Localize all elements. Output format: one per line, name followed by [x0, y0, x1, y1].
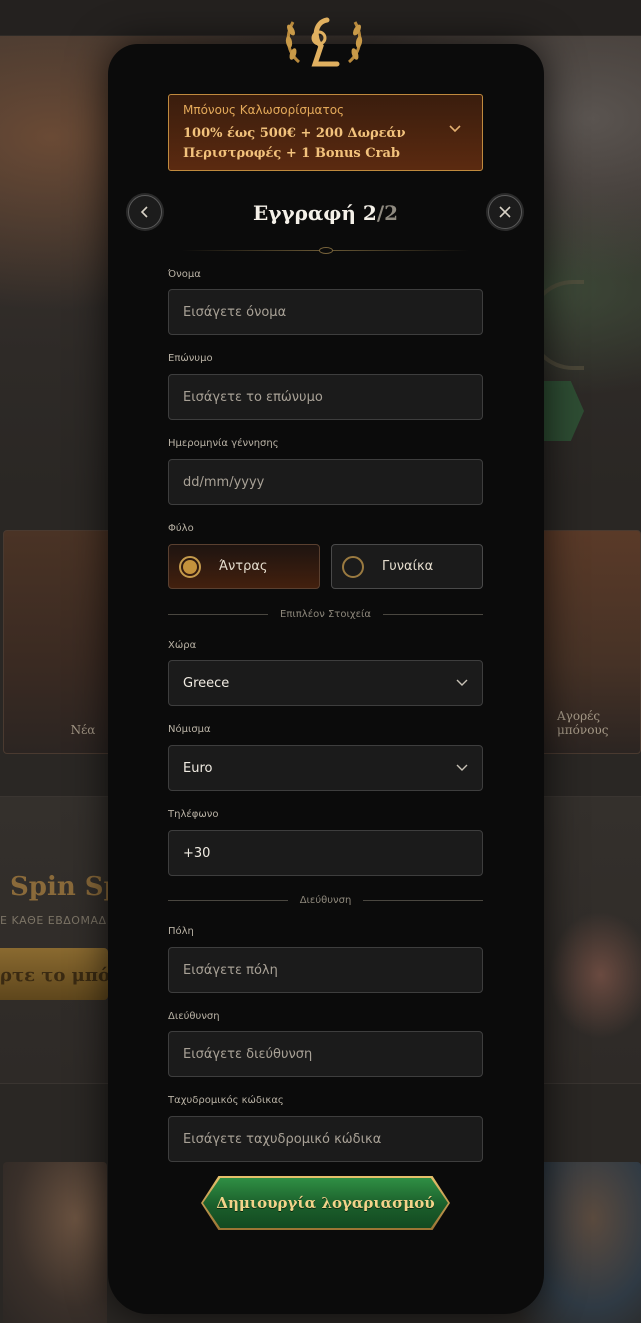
- gender-label: Φύλο: [168, 523, 194, 534]
- gender-option-male-label: Άντρας: [219, 559, 268, 574]
- currency-select-value: Euro: [183, 760, 213, 776]
- address-heading: Διεύθυνση: [299, 894, 352, 906]
- currency-select[interactable]: Euro: [168, 745, 483, 791]
- background-card-bonus-label: Αγορές μπόνους: [557, 709, 609, 737]
- birth-date-input[interactable]: [168, 459, 483, 505]
- gender-option-female-label: Γυναίκα: [382, 559, 434, 574]
- background-dealer-image-left: [3, 1162, 107, 1323]
- chevron-down-icon: [456, 679, 468, 686]
- background-promo-title: Spin Sp: [10, 872, 122, 902]
- postal-code-input[interactable]: [168, 1116, 483, 1162]
- extra-details-heading: Επιπλέον Στοιχεία: [280, 608, 371, 620]
- gender-option-female[interactable]: Γυναίκα: [331, 544, 483, 589]
- address-label: Διεύθυνση: [168, 1011, 220, 1022]
- back-button[interactable]: [128, 195, 162, 229]
- extra-details-divider: Επιπλέον Στοιχεία: [168, 607, 484, 621]
- chevron-down-icon: [456, 764, 468, 771]
- background-promo-button-label: ρτε το μπό: [0, 965, 111, 986]
- radio-unselected-icon: [342, 555, 364, 578]
- step-total: /2: [376, 201, 399, 225]
- gender-option-male[interactable]: Άντρας: [168, 544, 320, 589]
- address-divider: Διεύθυνση: [168, 893, 483, 907]
- page-title: Εγγραφή 2/2: [168, 201, 483, 225]
- first-name-input[interactable]: [168, 289, 483, 335]
- last-name-input[interactable]: [168, 374, 483, 420]
- city-label: Πόλη: [168, 926, 194, 937]
- currency-label: Νόμισμα: [168, 724, 211, 735]
- postal-code-label: Ταχυδρομικός κώδικας: [168, 1095, 284, 1106]
- create-account-button-label: Δημιουργία λογαριασμού: [216, 1194, 435, 1212]
- laurel-logo-icon: [285, 17, 363, 67]
- city-input[interactable]: [168, 947, 483, 993]
- radio-selected-icon: [179, 555, 201, 578]
- background-promo-subtitle: Ε ΚΑΘΕ ΕΒΔΟΜΑΔ: [0, 914, 107, 927]
- close-button[interactable]: [488, 195, 522, 229]
- background-card-bonus: Αγορές μπόνους: [540, 530, 641, 754]
- create-account-button[interactable]: Δημιουργία λογαριασμού: [203, 1178, 448, 1228]
- welcome-bonus-banner[interactable]: Μπόνους Καλωσορίσματος 100% έως 500€ + 2…: [168, 94, 483, 171]
- phone-label: Τηλέφωνο: [168, 809, 219, 820]
- birth-date-label: Ημερομηνία γέννησης: [168, 438, 279, 449]
- chevron-left-icon: [140, 206, 148, 218]
- address-input[interactable]: [168, 1031, 483, 1077]
- welcome-bonus-title: Μπόνους Καλωσορίσματος: [183, 103, 345, 117]
- phone-input[interactable]: [168, 830, 483, 876]
- first-name-label: Όνομα: [168, 269, 201, 280]
- chevron-down-icon[interactable]: [448, 124, 462, 134]
- step-indicator: Εγγραφή 2: [252, 201, 377, 225]
- close-icon: [499, 206, 511, 218]
- country-label: Χώρα: [168, 640, 197, 651]
- background-promo-image: [540, 900, 641, 1050]
- last-name-label: Επώνυμο: [168, 353, 213, 364]
- title-ornament-icon: [319, 247, 333, 254]
- country-select[interactable]: Greece: [168, 660, 483, 706]
- welcome-bonus-text: 100% έως 500€ + 200 Δωρεάν Περιστροφές +…: [183, 126, 406, 161]
- country-select-value: Greece: [183, 675, 230, 691]
